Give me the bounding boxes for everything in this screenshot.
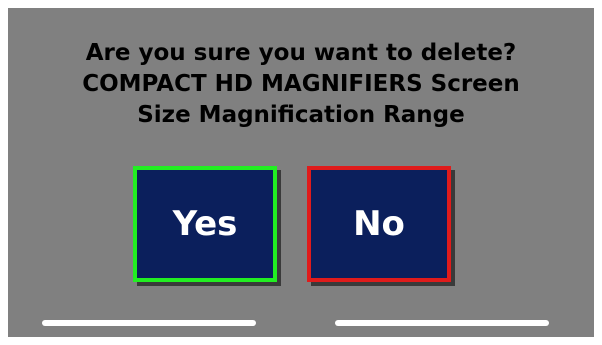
no-button-label: No [353, 204, 405, 244]
no-button[interactable]: No [307, 166, 451, 282]
yes-button[interactable]: Yes [133, 166, 277, 282]
question-line-2: COMPACT HD MAGNIFIERS Screen [82, 71, 520, 97]
right-indicator-bar [335, 320, 549, 326]
delete-question: Are you sure you want to delete? COMPACT… [8, 38, 594, 131]
question-line-3: Size Magnification Range [137, 102, 465, 128]
delete-confirmation-dialog: Are you sure you want to delete? COMPACT… [8, 8, 594, 337]
left-indicator-bar [42, 320, 256, 326]
question-line-1: Are you sure you want to delete? [85, 40, 517, 66]
yes-button-label: Yes [172, 204, 238, 244]
